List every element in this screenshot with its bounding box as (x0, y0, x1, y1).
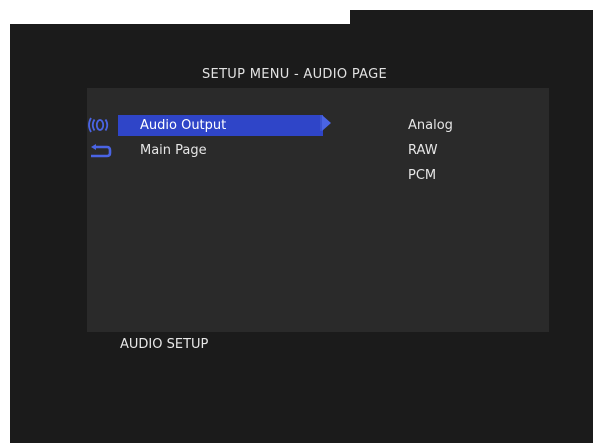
menu-item-label: Audio Output (118, 115, 323, 136)
option-analog[interactable]: Analog (408, 115, 453, 140)
page-title: SETUP MENU - AUDIO PAGE (202, 67, 387, 82)
top-strip (10, 10, 350, 24)
submenu-arrow-icon (322, 115, 331, 131)
menu-item-audio-output[interactable]: Audio Output (87, 115, 323, 136)
footer-label: AUDIO SETUP (120, 337, 209, 352)
option-pcm[interactable]: PCM (408, 165, 453, 190)
return-arrow-icon (87, 141, 113, 159)
menu-item-label: Main Page (140, 143, 207, 158)
speaker-icon (87, 116, 113, 134)
tv-screen: SETUP MENU - AUDIO PAGE Audio Output Mai… (10, 10, 593, 443)
option-raw[interactable]: RAW (408, 140, 453, 165)
audio-output-options: Analog RAW PCM (408, 115, 453, 190)
menu-item-main-page[interactable]: Main Page (87, 140, 317, 161)
